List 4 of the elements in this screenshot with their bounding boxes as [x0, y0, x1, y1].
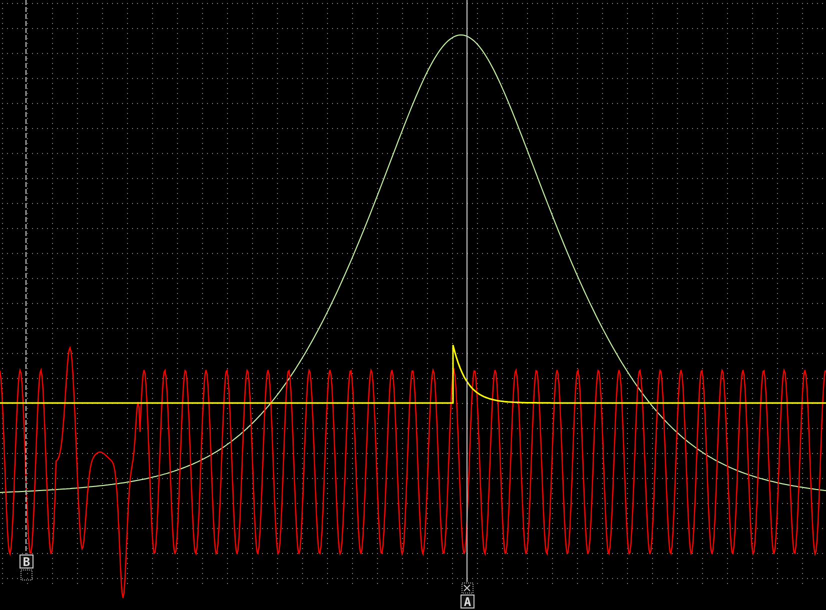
cursor-handle[interactable]: B — [20, 554, 34, 569]
cursor-handle[interactable]: A — [460, 594, 474, 609]
cross-marker-icon — [462, 582, 474, 594]
cursor-marker — [20, 570, 32, 580]
